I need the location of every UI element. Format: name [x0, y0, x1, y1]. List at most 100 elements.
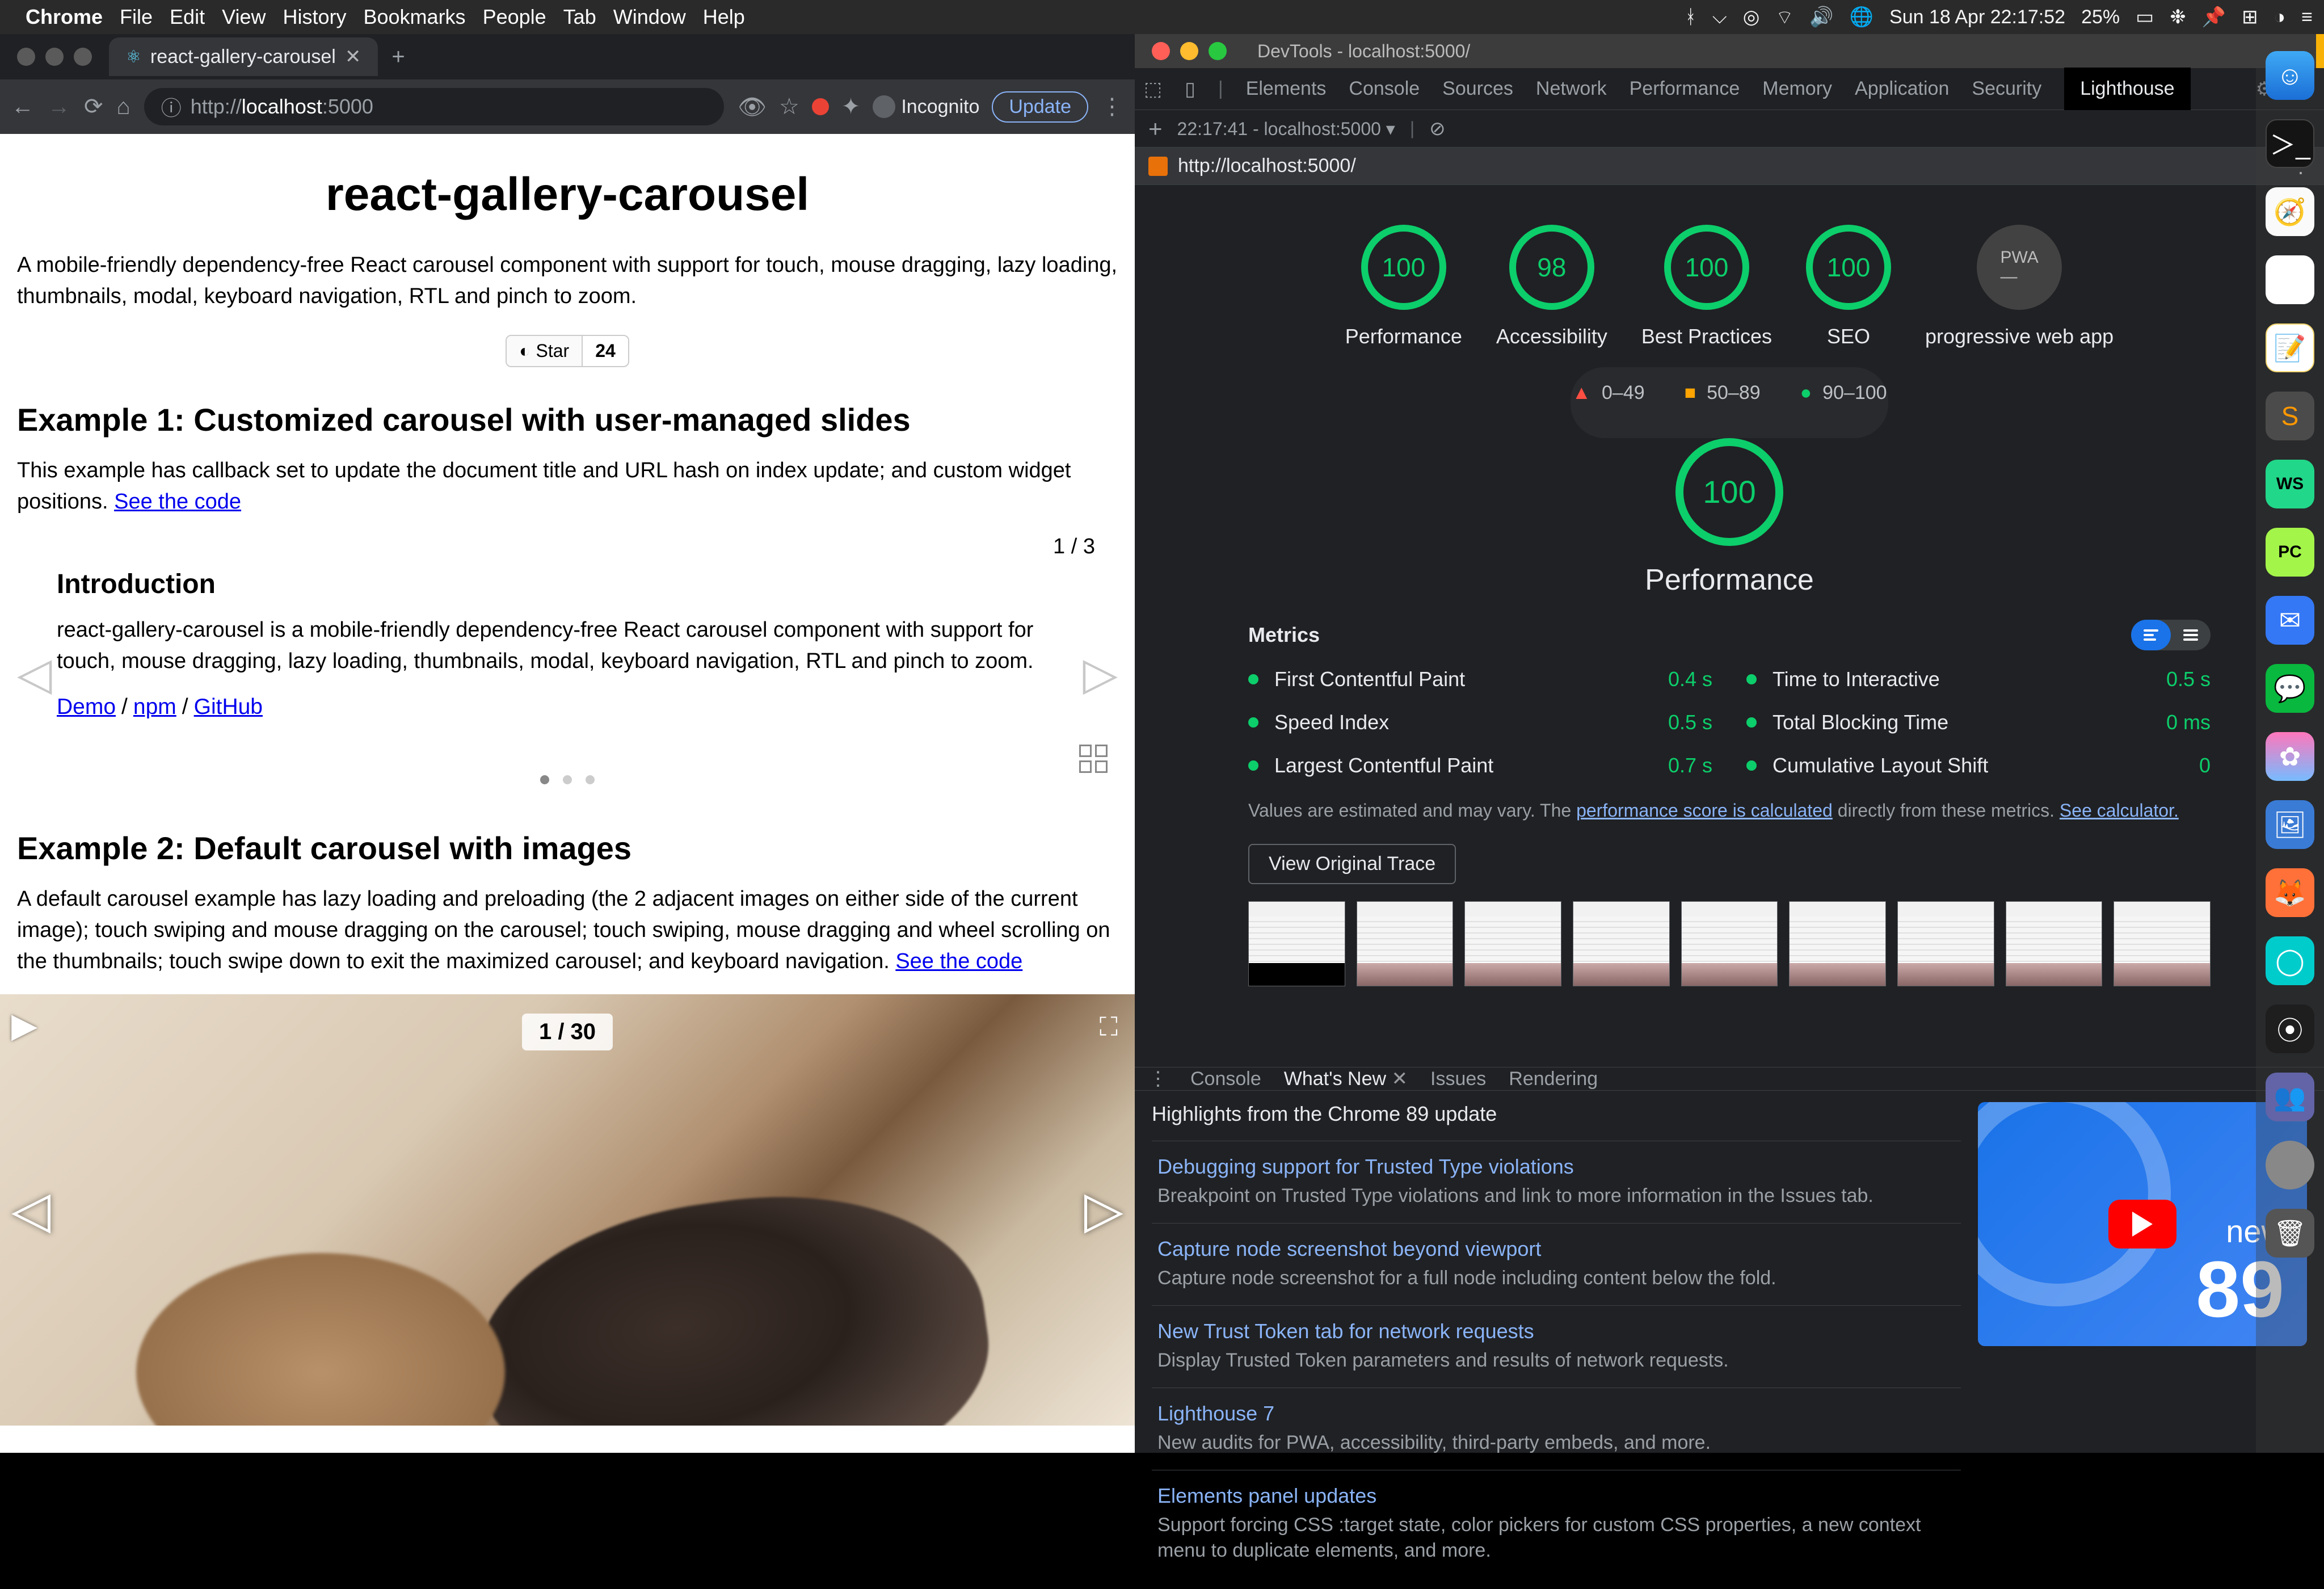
- carousel1-maximize-button[interactable]: [1079, 745, 1108, 773]
- carousel2-play-button[interactable]: ▶: [11, 1006, 37, 1045]
- news-item[interactable]: Lighthouse 7New audits for PWA, accessib…: [1152, 1388, 1961, 1470]
- clock[interactable]: Sun 18 Apr 22:17:52: [1889, 6, 2065, 28]
- tab-memory[interactable]: Memory: [1762, 78, 1832, 100]
- menu-bookmarks[interactable]: Bookmarks: [364, 5, 466, 29]
- bluetooth2-icon[interactable]: ⌵: [1712, 6, 1727, 28]
- gauge-pwa[interactable]: PWA—progressive web app: [1925, 225, 2114, 350]
- filmstrip-frame[interactable]: [1464, 901, 1561, 986]
- gauge-accessibility[interactable]: 98Accessibility: [1496, 225, 1607, 350]
- dock-webstorm[interactable]: WS: [2266, 460, 2314, 508]
- github-link[interactable]: GitHub: [194, 695, 263, 719]
- carousel2-prev-button[interactable]: ◁: [11, 1180, 50, 1239]
- tab-lighthouse[interactable]: Lighthouse: [2064, 68, 2190, 110]
- tab-console[interactable]: Console: [1349, 78, 1420, 100]
- wifi-icon[interactable]: ⌔: [1775, 5, 1793, 30]
- device-toggle-icon[interactable]: ▯: [1185, 78, 1195, 100]
- drawer-tab-rendering[interactable]: Rendering: [1509, 1068, 1598, 1090]
- menu-window[interactable]: Window: [613, 5, 686, 29]
- tab-sources[interactable]: Sources: [1442, 78, 1513, 100]
- battery-icon[interactable]: ▭: [2136, 6, 2154, 28]
- airdrop-icon[interactable]: ◎: [1743, 6, 1760, 28]
- dock-sublime[interactable]: S: [2266, 392, 2314, 440]
- view-trace-button[interactable]: View Original Trace: [1248, 844, 1456, 884]
- menu-people[interactable]: People: [483, 5, 546, 29]
- github-star-badge[interactable]: ◐Star 24: [506, 335, 629, 367]
- site-info-icon[interactable]: ⓘ: [161, 92, 182, 121]
- menu-history[interactable]: History: [283, 5, 346, 29]
- filmstrip-frame[interactable]: [1248, 901, 1345, 986]
- calculator-link[interactable]: See calculator.: [2060, 800, 2179, 821]
- dock-terminal[interactable]: ＞_: [2266, 119, 2314, 168]
- npm-link[interactable]: npm: [133, 695, 176, 719]
- carousel1-prev-button[interactable]: ◁: [17, 647, 52, 700]
- tab-performance[interactable]: Performance: [1630, 78, 1740, 100]
- dock-preview[interactable]: 🖼: [2266, 800, 2314, 849]
- news-item[interactable]: Debugging support for Trusted Type viola…: [1152, 1141, 1961, 1223]
- devtools-window-controls[interactable]: [1152, 42, 1227, 60]
- tab-security[interactable]: Security: [1972, 78, 2041, 100]
- menu-edit[interactable]: Edit: [170, 5, 205, 29]
- lh-new-report-button[interactable]: +: [1148, 115, 1163, 142]
- reload-button[interactable]: ⟳: [84, 94, 103, 120]
- menu-file[interactable]: File: [120, 5, 153, 29]
- dock-mail[interactable]: ✉: [2266, 596, 2314, 645]
- dock-chrome[interactable]: ◉: [2266, 255, 2314, 304]
- tracking-icon[interactable]: 👁: [738, 94, 767, 120]
- carousel1-dots[interactable]: [57, 765, 1078, 790]
- back-button[interactable]: ←: [11, 94, 34, 120]
- forward-button[interactable]: →: [48, 94, 70, 120]
- lh-clear-icon[interactable]: ⊘: [1429, 117, 1446, 140]
- bookmark-icon[interactable]: ☆: [779, 94, 799, 120]
- news-item[interactable]: Capture node screenshot beyond viewportC…: [1152, 1223, 1961, 1305]
- menu-tab[interactable]: Tab: [563, 5, 596, 29]
- filmstrip-frame[interactable]: [1897, 901, 1994, 986]
- bluetooth-icon[interactable]: ᚼ: [1685, 6, 1696, 28]
- news-item[interactable]: New Trust Token tab for network requests…: [1152, 1305, 1961, 1388]
- browser-tab[interactable]: ⚛ react-gallery-carousel ✕: [109, 37, 378, 76]
- youtube-play-icon[interactable]: [2108, 1200, 2176, 1248]
- dock-app[interactable]: ◯: [2266, 936, 2314, 985]
- dock-safari[interactable]: 🧭: [2266, 187, 2314, 236]
- whatsnew-panel[interactable]: Highlights from the Chrome 89 update Deb…: [1152, 1102, 1961, 1578]
- carousel1-next-button[interactable]: ▷: [1083, 647, 1118, 700]
- recording-icon[interactable]: [812, 98, 829, 115]
- dock-teams[interactable]: 👥: [2266, 1073, 2314, 1121]
- filmstrip-frame[interactable]: [1789, 901, 1886, 986]
- tab-network[interactable]: Network: [1536, 78, 1607, 100]
- lighthouse-report[interactable]: 100Performance 98Accessibility 100Best P…: [1135, 185, 2324, 1067]
- update-button[interactable]: Update: [992, 91, 1088, 123]
- menu-help[interactable]: Help: [703, 5, 745, 29]
- pin-icon[interactable]: 📌: [2202, 6, 2226, 28]
- dock-notes[interactable]: 📝: [2266, 323, 2314, 372]
- window-controls[interactable]: [17, 48, 92, 66]
- ex2-see-code-link[interactable]: See the code: [895, 949, 1022, 973]
- volume-icon[interactable]: 🔊: [1809, 6, 1833, 28]
- demo-link[interactable]: Demo: [57, 695, 116, 719]
- carousel2-maximize-button[interactable]: ⛶: [1100, 1011, 1118, 1043]
- menubar-app-name[interactable]: Chrome: [26, 5, 103, 29]
- inspect-icon[interactable]: ⬚: [1144, 78, 1162, 100]
- dock-figma[interactable]: ⦿: [2266, 1004, 2314, 1053]
- dock-finder[interactable]: ☺: [2266, 51, 2314, 100]
- chrome-menu-icon[interactable]: ⋮: [1101, 94, 1123, 120]
- menu-icon[interactable]: ≡: [2301, 6, 2313, 28]
- input-icon[interactable]: 🌐: [1850, 6, 1873, 28]
- gauge-best-practices[interactable]: 100Best Practices: [1641, 225, 1772, 350]
- carousel-example2[interactable]: ▶ 1 / 30 ⛶ ◁ ▷: [0, 994, 1135, 1426]
- menu-view[interactable]: View: [222, 5, 266, 29]
- gauge-seo[interactable]: 100SEO: [1806, 225, 1891, 350]
- drawer-tab-console[interactable]: Console: [1190, 1068, 1261, 1090]
- cc-icon[interactable]: ⊞: [2242, 6, 2258, 28]
- perf-score-link[interactable]: performance score is calculated: [1576, 800, 1833, 821]
- dock-photos[interactable]: ✿: [2266, 732, 2314, 781]
- filmstrip-frame[interactable]: [1357, 901, 1454, 986]
- drawer-tab-issues[interactable]: Issues: [1430, 1068, 1486, 1090]
- dock-firefox[interactable]: 🦊: [2266, 868, 2314, 917]
- dock-trash[interactable]: 🗑: [2266, 1209, 2314, 1258]
- gauge-performance[interactable]: 100Performance: [1345, 225, 1462, 350]
- filmstrip-frame[interactable]: [2114, 901, 2211, 986]
- carousel2-next-button[interactable]: ▷: [1084, 1180, 1123, 1239]
- dock-pycharm[interactable]: PC: [2266, 528, 2314, 577]
- filmstrip-frame[interactable]: [1681, 901, 1778, 986]
- lh-run-label[interactable]: 22:17:41 - localhost:5000 ▾: [1177, 118, 1395, 140]
